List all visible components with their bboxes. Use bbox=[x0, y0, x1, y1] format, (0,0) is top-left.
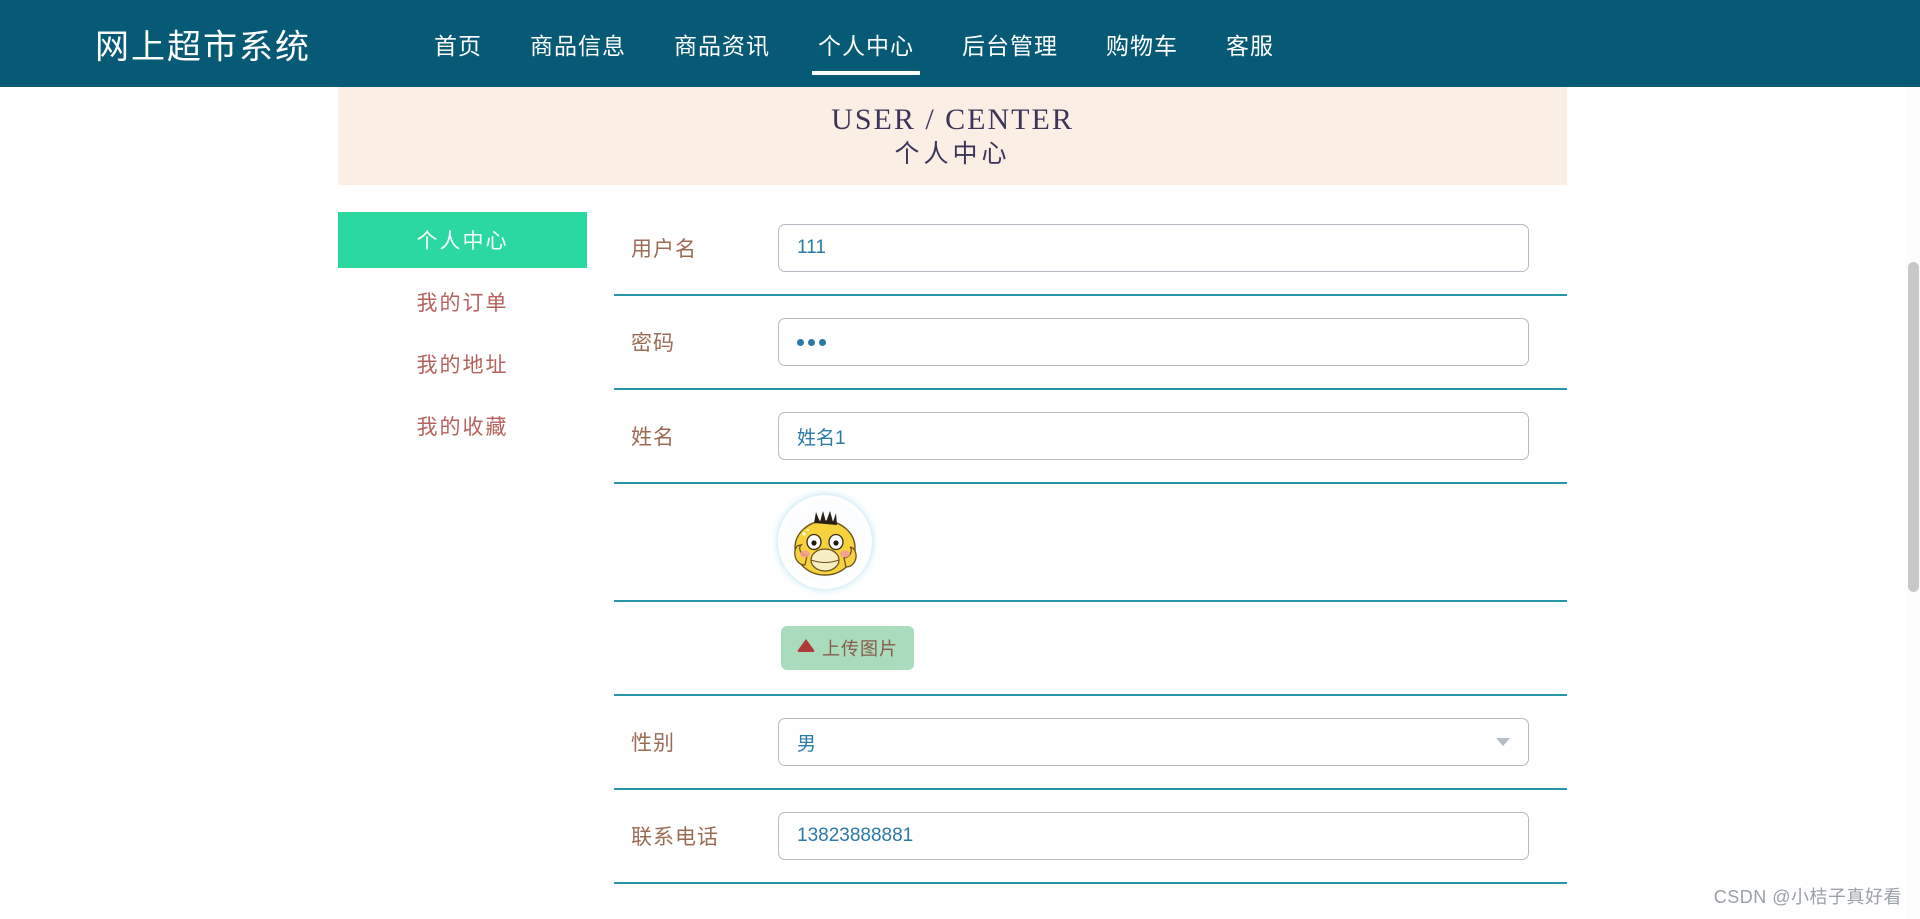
page-banner: USER / CENTER 个人中心 bbox=[338, 87, 1567, 185]
gender-label: 性别 bbox=[631, 732, 675, 755]
username-input[interactable]: 111 bbox=[778, 224, 1529, 272]
username-label: 用户名 bbox=[631, 238, 697, 261]
page-root: 网上超市系统 首页 商品信息 商品资讯 个人中心 后台管理 购物车 客服 USE… bbox=[0, 0, 1920, 919]
sidebar-menu: 个人中心 我的订单 我的地址 我的收藏 bbox=[338, 202, 587, 460]
form-row-fullname: 姓名 姓名1 bbox=[614, 390, 1567, 484]
scrollbar-thumb[interactable] bbox=[1908, 262, 1919, 592]
sidebar-item-my-orders[interactable]: 我的订单 bbox=[338, 274, 587, 330]
nav-item-label: 购物车 bbox=[1106, 32, 1178, 59]
top-navbar: 网上超市系统 首页 商品信息 商品资讯 个人中心 后台管理 购物车 客服 bbox=[0, 0, 1920, 87]
csdn-watermark: CSDN @小桔子真好看 bbox=[1713, 887, 1902, 907]
nav-item-label: 首页 bbox=[434, 32, 482, 59]
profile-form: 用户名 111 密码 姓名 姓名1 上传图片 性别 男 联系电话 1382388… bbox=[587, 202, 1567, 884]
fullname-label: 姓名 bbox=[631, 426, 675, 449]
avatar-control bbox=[778, 498, 1547, 586]
nav-item-cart[interactable]: 购物车 bbox=[1082, 0, 1202, 87]
username-control: 111 bbox=[778, 224, 1547, 272]
sidebar-item-label: 我的订单 bbox=[416, 292, 509, 315]
upload-button-label: 上传图片 bbox=[822, 639, 898, 659]
chevron-down-icon bbox=[1496, 738, 1510, 746]
upload-control: 上传图片 bbox=[778, 626, 1547, 670]
password-label: 密码 bbox=[631, 332, 675, 355]
page-title-en: USER / CENTER bbox=[831, 103, 1074, 136]
nav-item-home[interactable]: 首页 bbox=[410, 0, 506, 87]
nav-item-label: 商品资讯 bbox=[674, 32, 770, 59]
upload-cloud-icon bbox=[797, 638, 815, 658]
nav-item-label: 后台管理 bbox=[962, 32, 1058, 59]
nav-item-label: 个人中心 bbox=[818, 32, 914, 59]
page-scrollbar[interactable] bbox=[1906, 87, 1920, 919]
phone-label: 联系电话 bbox=[631, 826, 719, 849]
password-masked-dots bbox=[797, 338, 826, 346]
form-row-password: 密码 bbox=[614, 296, 1567, 390]
site-brand[interactable]: 网上超市系统 bbox=[95, 19, 311, 68]
nav-item-admin[interactable]: 后台管理 bbox=[938, 0, 1082, 87]
sidebar-item-user-center[interactable]: 个人中心 bbox=[338, 212, 587, 268]
fullname-input[interactable]: 姓名1 bbox=[778, 412, 1529, 460]
page-title-cn: 个人中心 bbox=[894, 140, 1011, 168]
form-row-phone: 联系电话 13823888881 bbox=[614, 790, 1567, 884]
fullname-control: 姓名1 bbox=[778, 412, 1547, 460]
form-row-upload: 上传图片 bbox=[614, 602, 1567, 696]
form-row-avatar bbox=[614, 484, 1567, 602]
phone-input[interactable]: 13823888881 bbox=[778, 812, 1529, 860]
gender-select[interactable]: 男 bbox=[778, 718, 1529, 766]
content-area: 个人中心 我的订单 我的地址 我的收藏 用户名 111 密码 姓名 姓名1 上传… bbox=[338, 202, 1567, 884]
sidebar-item-my-address[interactable]: 我的地址 bbox=[338, 336, 587, 392]
nav-item-product-info[interactable]: 商品信息 bbox=[506, 0, 650, 87]
nav-item-product-news[interactable]: 商品资讯 bbox=[650, 0, 794, 87]
password-control bbox=[778, 318, 1547, 366]
sidebar-item-label: 个人中心 bbox=[416, 230, 509, 253]
psyduck-avatar-image[interactable] bbox=[781, 498, 869, 586]
sidebar-item-label: 我的收藏 bbox=[416, 416, 509, 439]
nav-item-label: 客服 bbox=[1226, 32, 1274, 59]
sidebar-item-my-favorites[interactable]: 我的收藏 bbox=[338, 398, 587, 454]
nav-item-support[interactable]: 客服 bbox=[1202, 0, 1298, 87]
gender-selected-value: 男 bbox=[797, 733, 817, 755]
gender-control: 男 bbox=[778, 718, 1547, 766]
nav-item-label: 商品信息 bbox=[530, 32, 626, 59]
form-row-username: 用户名 111 bbox=[614, 202, 1567, 296]
form-row-gender: 性别 男 bbox=[614, 696, 1567, 790]
nav-item-user-center[interactable]: 个人中心 bbox=[794, 0, 938, 87]
password-input[interactable] bbox=[778, 318, 1529, 366]
phone-control: 13823888881 bbox=[778, 812, 1547, 860]
nav-menu: 首页 商品信息 商品资讯 个人中心 后台管理 购物车 客服 bbox=[410, 0, 1298, 87]
upload-image-button[interactable]: 上传图片 bbox=[781, 626, 914, 670]
sidebar-item-label: 我的地址 bbox=[416, 354, 509, 377]
